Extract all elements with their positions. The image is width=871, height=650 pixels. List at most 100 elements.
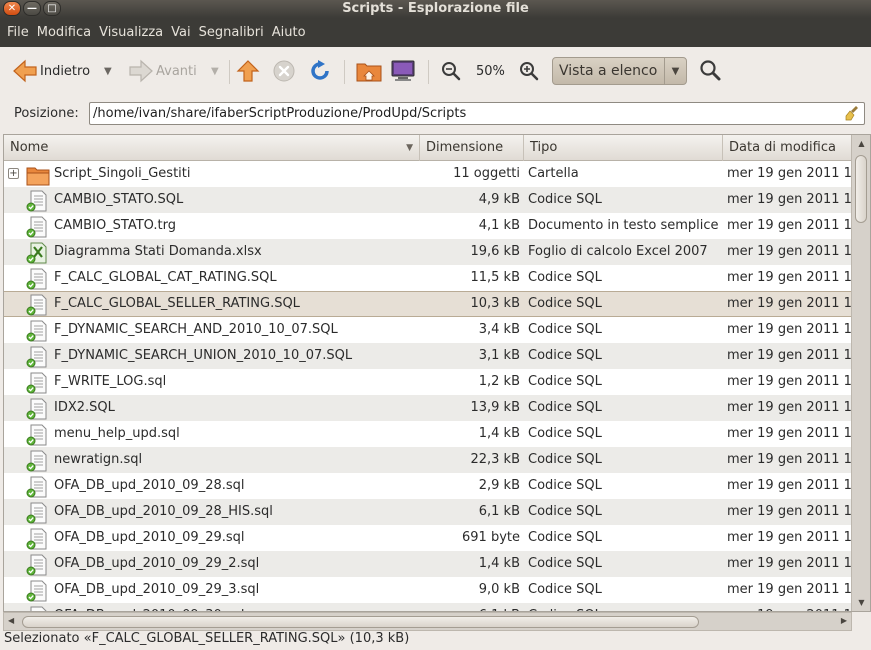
text-file-icon bbox=[26, 216, 47, 238]
file-row[interactable]: IDX2.SQL 13,9 kB Codice SQL mer 19 gen 2011… bbox=[4, 395, 852, 421]
file-size: 19,6 kB bbox=[470, 244, 520, 259]
file-icon-cell bbox=[26, 291, 50, 317]
file-row[interactable]: CAMBIO_STATO.trg 4,1 kB Documento in testo… bbox=[4, 213, 852, 239]
file-type: Codice SQL bbox=[528, 192, 602, 207]
file-row[interactable]: F_CALC_GLOBAL_CAT_RATING.SQL 11,5 kB Codic… bbox=[4, 265, 852, 291]
column-modified[interactable]: Data di modifica bbox=[723, 135, 852, 161]
expander-cell bbox=[8, 473, 22, 499]
file-size: 11,5 kB bbox=[470, 270, 520, 285]
menu-file[interactable]: File bbox=[3, 18, 33, 47]
file-size: 3,1 kB bbox=[478, 348, 520, 363]
clear-broom-icon[interactable] bbox=[845, 105, 861, 121]
search-button[interactable] bbox=[698, 59, 722, 83]
menu-vai[interactable]: Vai bbox=[167, 18, 194, 47]
scroll-up-icon[interactable]: ▲ bbox=[852, 139, 870, 148]
column-name[interactable]: Nome ▼ bbox=[4, 135, 420, 161]
forward-button[interactable]: Avanti bbox=[128, 59, 197, 83]
file-type: Codice SQL bbox=[528, 348, 602, 363]
file-name: OFA_DB_upd_2010_09_29_2.sql bbox=[54, 556, 260, 571]
file-name: Diagramma Stati Domanda.xlsx bbox=[54, 244, 262, 259]
file-row[interactable]: OFA_DB_upd_2010_09_29_3.sql 9,0 kB Codice … bbox=[4, 577, 852, 603]
expander-cell bbox=[8, 317, 22, 343]
file-size: 6,1 kB bbox=[424, 603, 520, 611]
file-size: 6,1 kB bbox=[478, 504, 520, 519]
scroll-right-icon[interactable]: ▶ bbox=[841, 616, 847, 625]
file-row[interactable]: CAMBIO_STATO.SQL 4,9 kB Codice SQL mer 19 g… bbox=[4, 187, 852, 213]
file-row[interactable]: OFA_DB_upd_2010_09_29.sql 691 byte Codice … bbox=[4, 525, 852, 551]
file-row[interactable]: F_DYNAMIC_SEARCH_UNION_2010_10_07.SQL 3,1… bbox=[4, 343, 852, 369]
file-modified: mer 19 gen 2011 18:00 bbox=[727, 166, 852, 181]
file-icon-cell bbox=[26, 161, 50, 187]
file-modified: mer 19 gen 2011 18:00 bbox=[727, 218, 852, 233]
horizontal-scroll-thumb[interactable] bbox=[22, 616, 699, 628]
file-size: 10,3 kB bbox=[470, 296, 520, 311]
file-row[interactable]: menu_help_upd.sql 1,4 kB Codice SQL mer 19 … bbox=[4, 421, 852, 447]
menu-visualizza[interactable]: Visualizza bbox=[95, 18, 167, 47]
view-mode-select[interactable]: Vista a elenco ▼ bbox=[552, 57, 687, 85]
title-bar: ✕ — □ Scripts - Esplorazione file bbox=[0, 0, 871, 18]
menu-segnalibri[interactable]: Segnalibri bbox=[195, 18, 268, 47]
file-row[interactable]: OFA_DB_upd_2010_09_30.sql 6,1 kB Codice SQ… bbox=[4, 603, 852, 611]
computer-button[interactable] bbox=[390, 59, 416, 83]
expand-icon[interactable]: + bbox=[8, 168, 19, 179]
file-name: OFA_DB_upd_2010_09_30.sql bbox=[54, 603, 419, 611]
back-button[interactable]: Indietro bbox=[12, 59, 90, 83]
toolbar-separator bbox=[229, 60, 230, 84]
file-row[interactable]: + Script_Singoli_Gestiti 11 oggetti Cartell… bbox=[4, 161, 852, 187]
menu-modifica[interactable]: Modifica bbox=[33, 18, 95, 47]
file-name: F_CALC_GLOBAL_CAT_RATING.SQL bbox=[54, 270, 277, 285]
horizontal-scrollbar[interactable]: ◀ ▶ bbox=[3, 612, 852, 631]
vertical-scrollbar[interactable]: ▲ ▼ bbox=[851, 135, 870, 611]
zoom-in-button[interactable] bbox=[518, 60, 540, 82]
location-label: Posizione: bbox=[14, 106, 79, 121]
file-size: 9,0 kB bbox=[478, 582, 520, 597]
file-modified: mer 19 gen 2011 18:00 bbox=[727, 504, 852, 519]
zoom-level[interactable]: 50% bbox=[476, 64, 505, 79]
zoom-out-button[interactable] bbox=[440, 60, 462, 82]
column-type[interactable]: Tipo bbox=[524, 135, 723, 161]
stop-icon bbox=[273, 60, 295, 82]
up-button[interactable] bbox=[236, 59, 260, 83]
file-size: 1,2 kB bbox=[478, 374, 520, 389]
file-name: F_WRITE_LOG.sql bbox=[54, 374, 167, 389]
location-input[interactable]: /home/ivan/share/ifaberScriptProduzione/… bbox=[89, 102, 865, 125]
file-icon-cell bbox=[26, 395, 50, 421]
vertical-scroll-thumb[interactable] bbox=[855, 155, 867, 223]
scroll-left-icon[interactable]: ◀ bbox=[8, 616, 14, 625]
reload-button[interactable] bbox=[308, 59, 332, 83]
column-size-label: Dimensione bbox=[426, 140, 504, 155]
home-button[interactable] bbox=[356, 59, 382, 83]
text-file-icon bbox=[26, 502, 47, 524]
file-row[interactable]: F_WRITE_LOG.sql 1,2 kB Codice SQL mer 19 ge… bbox=[4, 369, 852, 395]
expander-cell bbox=[8, 343, 22, 369]
file-row[interactable]: OFA_DB_upd_2010_09_28.sql 2,9 kB Codice SQ… bbox=[4, 473, 852, 499]
stop-button[interactable] bbox=[272, 59, 296, 83]
back-history-dropdown[interactable]: ▼ bbox=[104, 66, 112, 77]
forward-arrow-icon bbox=[129, 59, 153, 83]
file-modified: mer 19 gen 2011 18:00 bbox=[727, 556, 852, 571]
file-name: newratign.sql bbox=[54, 452, 143, 467]
file-row[interactable]: OFA_DB_upd_2010_09_29_2.sql 1,4 kB Codice … bbox=[4, 551, 852, 577]
file-list: Nome ▼ Dimensione Tipo Data di modifica … bbox=[3, 134, 871, 612]
forward-history-dropdown[interactable]: ▼ bbox=[211, 66, 219, 77]
column-size[interactable]: Dimensione bbox=[420, 135, 524, 161]
text-file-icon bbox=[26, 424, 47, 446]
file-modified: mer 19 gen 2011 18:00 bbox=[727, 322, 852, 337]
zoom-in-icon bbox=[520, 62, 539, 81]
file-modified: mer 19 gen 2011 18:00 bbox=[727, 582, 852, 597]
file-icon-cell bbox=[26, 239, 50, 265]
file-name: menu_help_upd.sql bbox=[54, 426, 180, 441]
file-type: Codice SQL bbox=[528, 556, 602, 571]
file-row[interactable]: newratign.sql 22,3 kB Codice SQL mer 19 gen… bbox=[4, 447, 852, 473]
file-name: OFA_DB_upd_2010_09_28.sql bbox=[54, 478, 245, 493]
file-row[interactable]: OFA_DB_upd_2010_09_28_HIS.sql 6,1 kB Codic… bbox=[4, 499, 852, 525]
scroll-down-icon[interactable]: ▼ bbox=[852, 598, 870, 607]
file-row[interactable]: F_CALC_GLOBAL_SELLER_RATING.SQL 10,3 kB Co… bbox=[4, 291, 852, 317]
file-row[interactable]: F_DYNAMIC_SEARCH_AND_2010_10_07.SQL 3,4 k… bbox=[4, 317, 852, 343]
file-row[interactable]: Diagramma Stati Domanda.xlsx 19,6 kB Fogli… bbox=[4, 239, 852, 265]
file-type: Codice SQL bbox=[528, 530, 602, 545]
reload-icon bbox=[311, 60, 329, 80]
back-arrow-icon bbox=[13, 59, 37, 83]
file-name: IDX2.SQL bbox=[54, 400, 115, 415]
menu-aiuto[interactable]: Aiuto bbox=[268, 18, 310, 47]
